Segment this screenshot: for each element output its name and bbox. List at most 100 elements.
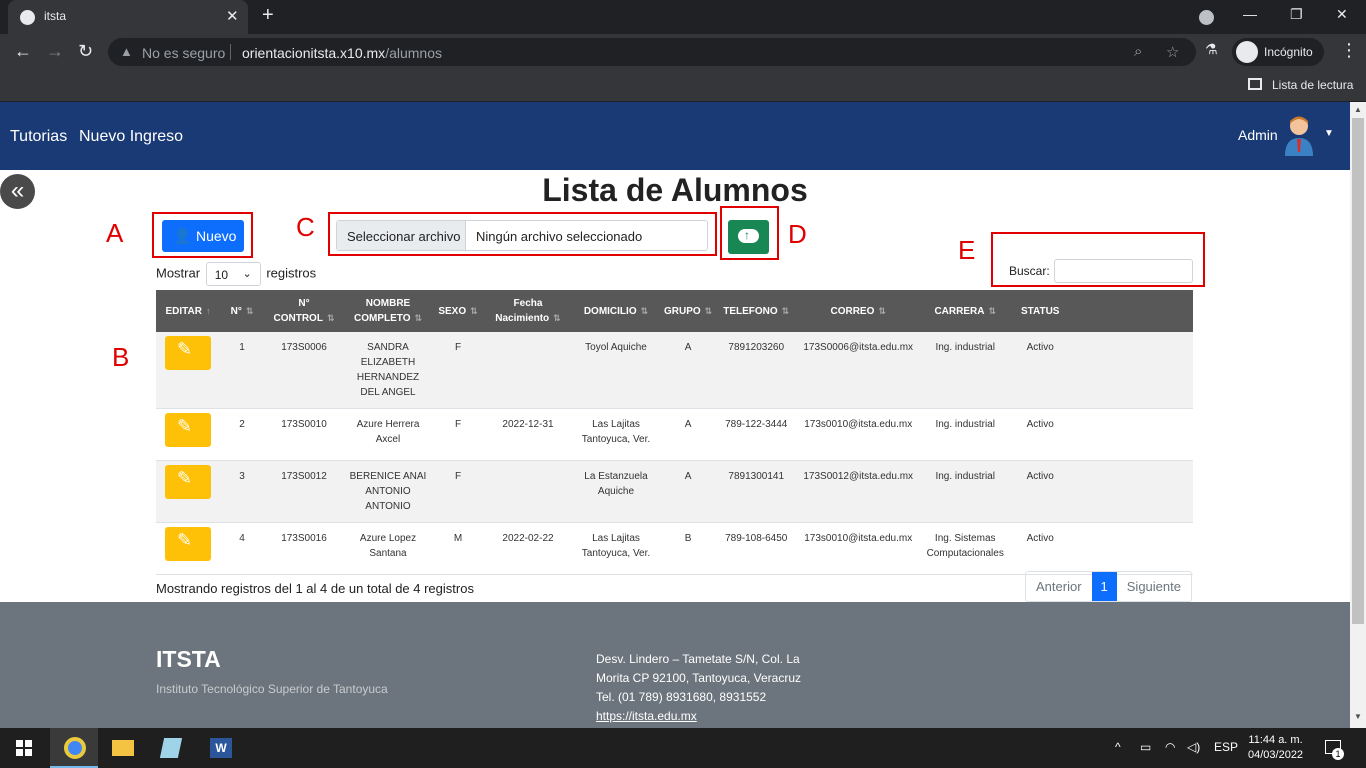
col-header-fecha[interactable]: Fecha Nacimiento ⇅ bbox=[484, 290, 572, 332]
pagination-page-1[interactable]: 1 bbox=[1091, 572, 1117, 601]
col-header-carrera[interactable]: CARRERA ⇅ bbox=[920, 290, 1011, 332]
reading-list-icon[interactable] bbox=[1248, 78, 1262, 90]
chevron-down-icon[interactable]: ▼ bbox=[1324, 128, 1334, 139]
col-header-sexo[interactable]: SEXO ⇅ bbox=[432, 290, 484, 332]
cell-empty bbox=[1070, 332, 1193, 409]
nav-link-nuevo-ingreso[interactable]: Nuevo Ingreso bbox=[79, 128, 183, 146]
students-table: EDITAR ↑ N° ⇅ N° CONTROL ⇅ NOMBRE COMPLETO ⇅… bbox=[156, 290, 1193, 575]
cell-fecha: 2022-02-22 bbox=[484, 522, 572, 575]
clock-time: 11:44 a. m. bbox=[1248, 734, 1303, 746]
col-header-correo[interactable]: CORREO ⇅ bbox=[796, 290, 921, 332]
user-name[interactable]: Admin bbox=[1238, 127, 1278, 143]
url-text[interactable]: orientacionitsta.x10.mx/alumnos bbox=[242, 45, 442, 61]
minimize-icon[interactable]: — bbox=[1243, 6, 1257, 22]
address-bar[interactable]: ▲ No es seguro orientacionitsta.x10.mx/a… bbox=[108, 38, 1196, 66]
page-title: Lista de Alumnos bbox=[542, 172, 808, 208]
scroll-thumb[interactable] bbox=[1352, 118, 1364, 624]
cell-correo: 173S0012@itsta.edu.mx bbox=[796, 460, 921, 523]
upload-button[interactable]: ↑ bbox=[728, 220, 769, 254]
taskbar-chrome[interactable] bbox=[50, 728, 98, 768]
select-file-label: Seleccionar archivo bbox=[347, 229, 461, 244]
system-clock[interactable]: 11:44 a. m. 04/03/2022 bbox=[1248, 733, 1303, 763]
edit-cell: ✎ bbox=[156, 460, 220, 523]
cell-nombre: Azure Lopez Santana bbox=[344, 522, 432, 575]
col-header-editar[interactable]: EDITAR ↑ bbox=[156, 290, 220, 332]
col-header-grupo[interactable]: GRUPO ⇅ bbox=[660, 290, 717, 332]
col-header-status[interactable]: STATUS bbox=[1010, 290, 1071, 332]
cell-sexo: F bbox=[432, 408, 484, 461]
reload-icon[interactable]: ↻ bbox=[78, 41, 93, 62]
cell-carrera: Ing. Sistemas Computacionales bbox=[920, 522, 1011, 575]
edit-button[interactable]: ✎ bbox=[165, 413, 211, 447]
col-header-control[interactable]: N° CONTROL ⇅ bbox=[264, 290, 344, 332]
col-header-nombre[interactable]: NOMBRE COMPLETO ⇅ bbox=[344, 290, 432, 332]
edit-button[interactable]: ✎ bbox=[165, 465, 211, 499]
incognito-badge[interactable]: Incógnito bbox=[1232, 38, 1324, 66]
edit-button[interactable]: ✎ bbox=[165, 336, 211, 370]
forward-arrow-icon[interactable]: → bbox=[46, 41, 64, 62]
cell-fecha: 2022-12-31 bbox=[484, 408, 572, 461]
scroll-down-icon[interactable]: ▼ bbox=[1354, 712, 1362, 721]
col-header-numero[interactable]: N° ⇅ bbox=[220, 290, 264, 332]
back-arrow-icon[interactable]: ← bbox=[14, 41, 32, 62]
pagination-next[interactable]: Siguiente bbox=[1117, 572, 1191, 601]
footer-address: Desv. Lindero – Tametate S/N, Col. La Mo… bbox=[596, 650, 826, 726]
col-header-telefono[interactable]: TELEFONO ⇅ bbox=[716, 290, 797, 332]
select-file-button[interactable]: Seleccionar archivo bbox=[337, 221, 466, 250]
cell-grupo: A bbox=[660, 332, 717, 409]
footer-subtitle: Instituto Tecnológico Superior de Tantoy… bbox=[156, 682, 388, 696]
reading-list-button[interactable]: Lista de lectura bbox=[1272, 78, 1353, 92]
close-tab-icon[interactable]: ✕ bbox=[226, 7, 239, 25]
user-avatar[interactable] bbox=[1283, 114, 1315, 156]
security-label[interactable]: No es seguro bbox=[142, 45, 225, 61]
page-scrollbar[interactable]: ▲ ▼ bbox=[1350, 102, 1366, 728]
table-header-row: EDITAR ↑ N° ⇅ N° CONTROL ⇅ NOMBRE COMPLETO ⇅… bbox=[156, 290, 1193, 332]
restore-icon[interactable]: ❐ bbox=[1290, 6, 1303, 23]
taskbar-file-explorer[interactable] bbox=[98, 728, 146, 768]
cell-grupo: B bbox=[660, 522, 717, 575]
col-header-domicilio[interactable]: DOMICILIO ⇅ bbox=[572, 290, 660, 332]
bookmark-star-icon[interactable]: ☆ bbox=[1166, 43, 1179, 61]
cell-control: 173S0010 bbox=[264, 408, 344, 461]
labs-flask-icon[interactable]: ⚗ bbox=[1205, 41, 1218, 58]
language-indicator[interactable]: ESP bbox=[1214, 740, 1238, 754]
file-upload-input[interactable]: Seleccionar archivo Ningún archivo selec… bbox=[336, 220, 708, 251]
zoom-icon[interactable]: ⌕ bbox=[1134, 43, 1142, 60]
volume-icon[interactable]: ◁) bbox=[1187, 740, 1200, 754]
footer-link[interactable]: https://itsta.edu.mx bbox=[596, 707, 826, 726]
pagination: Anterior 1 Siguiente bbox=[1025, 571, 1192, 602]
search-input[interactable] bbox=[1054, 259, 1193, 283]
cell-empty bbox=[1070, 522, 1193, 575]
cell-sexo: M bbox=[432, 522, 484, 575]
close-window-icon[interactable]: ✕ bbox=[1336, 6, 1348, 23]
windows-start-icon[interactable] bbox=[16, 740, 32, 756]
table-row: ✎ 3 173S0012 BERENICE ANAI ANTONIO ANTON… bbox=[156, 460, 1193, 523]
cell-grupo: A bbox=[660, 408, 717, 461]
wifi-icon[interactable]: ◠ bbox=[1165, 740, 1175, 754]
search-label: Buscar: bbox=[1009, 264, 1050, 278]
page-length-select[interactable]: 10 ⌄ bbox=[205, 262, 261, 286]
new-tab-icon[interactable]: + bbox=[262, 4, 274, 27]
scroll-up-icon[interactable]: ▲ bbox=[1354, 105, 1362, 114]
taskbar-word[interactable]: W bbox=[196, 728, 244, 768]
menu-dots-icon[interactable]: ⋮ bbox=[1340, 40, 1358, 61]
edit-cell: ✎ bbox=[156, 332, 220, 409]
tab-search-icon[interactable] bbox=[1199, 10, 1214, 25]
cell-nombre: SANDRA ELIZABETH HERNANDEZ DEL ANGEL bbox=[344, 332, 432, 409]
taskbar-notes[interactable] bbox=[146, 728, 194, 768]
edit-button[interactable]: ✎ bbox=[165, 527, 211, 561]
edit-icon: ✎ bbox=[177, 339, 193, 359]
annotation-label-b: B bbox=[112, 342, 130, 372]
cell-control: 173S0012 bbox=[264, 460, 344, 523]
edit-cell: ✎ bbox=[156, 522, 220, 575]
battery-icon[interactable]: ▭ bbox=[1140, 740, 1151, 754]
word-icon: W bbox=[210, 738, 232, 758]
nav-link-tutorias[interactable]: Tutorias bbox=[10, 128, 67, 146]
chevron-up-icon[interactable]: ^ bbox=[1115, 740, 1121, 754]
add-student-button[interactable]: 👤 Nuevo bbox=[162, 220, 244, 252]
cell-numero: 2 bbox=[220, 408, 264, 461]
annotation-label-a: A bbox=[106, 218, 124, 248]
cell-nombre: BERENICE ANAI ANTONIO ANTONIO bbox=[344, 460, 432, 523]
browser-tab[interactable]: itsta ✕ bbox=[8, 0, 248, 34]
pagination-previous[interactable]: Anterior bbox=[1026, 572, 1092, 601]
